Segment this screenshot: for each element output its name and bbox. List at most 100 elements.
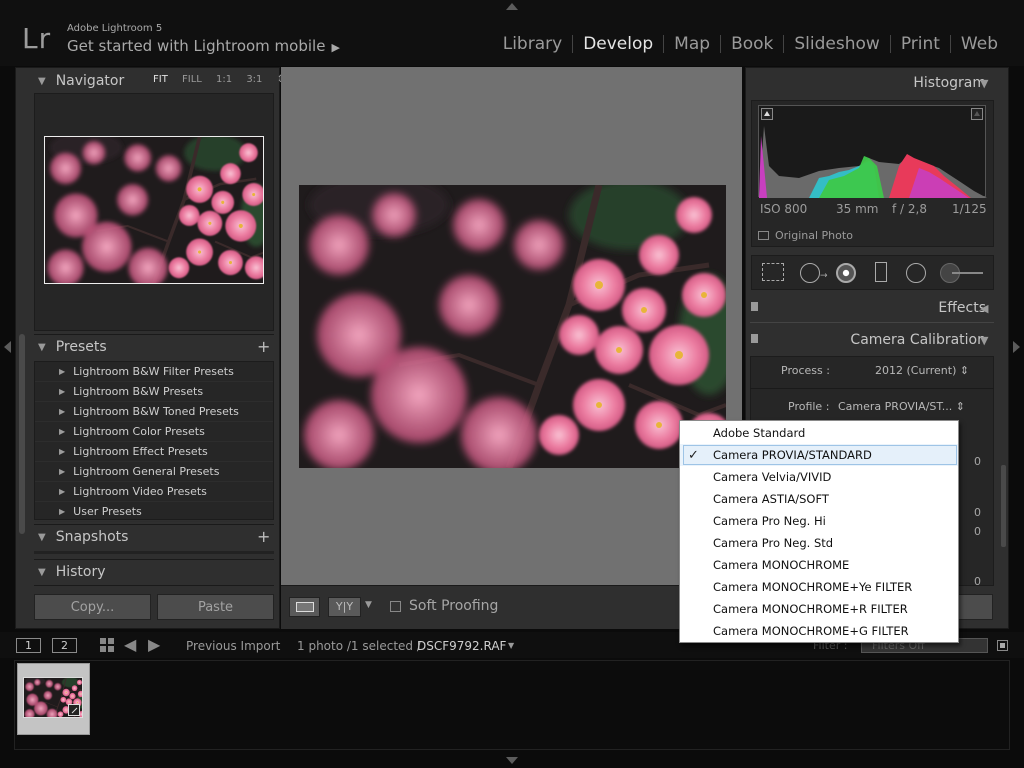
- filter-lock-icon[interactable]: [997, 640, 1008, 651]
- app-name: Adobe Lightroom 5: [67, 23, 163, 34]
- profile-option[interactable]: Camera Pro Neg. Hi: [680, 510, 958, 532]
- profile-option[interactable]: Camera Velvia/VIVID: [680, 466, 958, 488]
- divider: [34, 585, 274, 586]
- reset-button[interactable]: [955, 594, 993, 620]
- original-photo-toggle[interactable]: Original Photo: [758, 229, 853, 242]
- expand-triangle-icon: ▶: [59, 387, 66, 396]
- snapshots-header[interactable]: ▼ Snapshots: [38, 525, 128, 549]
- right-panel-scrollbar[interactable]: [1001, 465, 1006, 547]
- calibration-value: 0: [974, 455, 981, 468]
- before-after-dropdown-icon[interactable]: ▼: [365, 600, 372, 610]
- histogram-title[interactable]: Histogram: [913, 75, 986, 91]
- expand-triangle-icon: ▶: [59, 487, 66, 496]
- presets-header[interactable]: ▼ Presets: [38, 335, 107, 359]
- panel-switch-icon[interactable]: [751, 334, 758, 343]
- add-preset-plus-icon[interactable]: +: [257, 337, 270, 356]
- expand-triangle-left-icon[interactable]: ◀: [980, 302, 988, 315]
- second-window-button[interactable]: 2: [52, 638, 77, 653]
- profile-option[interactable]: Camera Pro Neg. Std: [680, 532, 958, 554]
- top-bar: Lr Adobe Lightroom 5 Get started with Li…: [0, 0, 1024, 66]
- camera-calibration-title[interactable]: Camera Calibration: [850, 332, 986, 348]
- profile-option[interactable]: Camera ASTIA/SOFT: [680, 488, 958, 510]
- zoom-3-1[interactable]: 3:1: [246, 74, 262, 85]
- module-develop[interactable]: Develop: [573, 34, 663, 54]
- expand-triangle-icon: ▶: [59, 447, 66, 456]
- navigator-header[interactable]: ▼ Navigator: [38, 69, 124, 93]
- effects-title[interactable]: Effects: [938, 300, 986, 316]
- next-arrow-icon[interactable]: ▶: [148, 635, 160, 654]
- profile-option[interactable]: Camera MONOCHROME+Ye FILTER: [680, 576, 958, 598]
- expand-triangle-icon: ▶: [59, 427, 66, 436]
- filmstrip: [14, 660, 1010, 750]
- presets-title: Presets: [55, 339, 107, 355]
- lightroom-logo: Lr: [22, 22, 52, 55]
- expand-triangle-icon: ▼: [38, 566, 46, 578]
- module-map[interactable]: Map: [664, 34, 720, 54]
- filename-dropdown-icon[interactable]: ▼: [508, 641, 514, 650]
- histogram-graph[interactable]: [758, 105, 987, 198]
- left-panel-scrollbar[interactable]: [19, 334, 25, 534]
- zoom-1-1[interactable]: 1:1: [216, 74, 232, 85]
- collapse-left-panel-arrow-icon[interactable]: [4, 341, 11, 353]
- preset-folder[interactable]: ▶ Lightroom Color Presets: [35, 422, 273, 442]
- module-web[interactable]: Web: [951, 34, 1008, 54]
- preset-folder[interactable]: ▶ Lightroom B&W Filter Presets: [35, 362, 273, 382]
- spot-removal-icon[interactable]: [800, 263, 820, 283]
- zoom-fill[interactable]: FILL: [182, 74, 202, 85]
- soft-proofing-checkbox[interactable]: [390, 600, 401, 612]
- navigator-thumbnail[interactable]: [44, 136, 264, 284]
- snapshots-list: [34, 551, 274, 554]
- checkmark-icon: ✓: [688, 447, 699, 463]
- profile-select[interactable]: Camera PROVIA/ST... ⇕: [838, 400, 965, 413]
- history-header[interactable]: ▼ History: [38, 560, 106, 584]
- profile-option[interactable]: Adobe Standard: [680, 422, 958, 444]
- previous-arrow-icon[interactable]: ◀: [124, 635, 136, 654]
- before-after-icon[interactable]: Y|Y: [328, 597, 361, 617]
- preset-folder[interactable]: ▶ Lightroom Video Presets: [35, 482, 273, 502]
- module-library[interactable]: Library: [493, 34, 572, 54]
- radial-filter-icon[interactable]: [906, 263, 926, 283]
- process-select[interactable]: 2012 (Current) ⇕: [875, 364, 969, 377]
- panel-switch-icon[interactable]: [751, 302, 758, 311]
- collapse-filmstrip-arrow-icon[interactable]: [506, 757, 518, 764]
- profile-option[interactable]: ✓ Camera PROVIA/STANDARD: [680, 444, 958, 466]
- copy-button[interactable]: Copy...: [34, 594, 151, 620]
- profile-option[interactable]: Camera MONOCHROME: [680, 554, 958, 576]
- collapse-right-panel-arrow-icon[interactable]: [1013, 341, 1020, 353]
- preset-folder[interactable]: ▶ Lightroom B&W Presets: [35, 382, 273, 402]
- paste-button[interactable]: Paste: [157, 594, 274, 620]
- histogram-focal-length: 35 mm: [836, 202, 879, 216]
- highlight-clipping-indicator-icon[interactable]: [971, 108, 983, 120]
- red-eye-icon[interactable]: [836, 263, 856, 283]
- selected-filename[interactable]: DSCF9792.RAF: [417, 639, 506, 653]
- mobile-link[interactable]: Get started with Lightroom mobile ▶: [67, 37, 340, 55]
- main-photo[interactable]: [299, 185, 726, 468]
- soft-proofing-toggle[interactable]: Soft Proofing: [390, 598, 498, 614]
- preset-folder[interactable]: ▶ User Presets: [35, 502, 273, 522]
- preset-folder[interactable]: ▶ Lightroom General Presets: [35, 462, 273, 482]
- preset-folder[interactable]: ▶ Lightroom B&W Toned Presets: [35, 402, 273, 422]
- calibration-value: 0: [974, 575, 981, 588]
- zoom-fit[interactable]: FIT: [153, 74, 168, 85]
- loupe-view-icon[interactable]: [289, 597, 320, 617]
- profile-option[interactable]: Camera MONOCHROME+R FILTER: [680, 598, 958, 620]
- shadow-clipping-indicator-icon[interactable]: [761, 108, 773, 120]
- profile-option[interactable]: Camera MONOCHROME+G FILTER: [680, 620, 958, 642]
- expand-triangle-icon: ▶: [59, 407, 66, 416]
- collapse-top-panel-arrow-icon[interactable]: [506, 3, 518, 10]
- module-book[interactable]: Book: [721, 34, 783, 54]
- module-print[interactable]: Print: [891, 34, 950, 54]
- expand-triangle-icon: ▼: [38, 531, 46, 543]
- main-window-button[interactable]: 1: [16, 638, 41, 653]
- crop-overlay-icon[interactable]: [762, 263, 784, 281]
- source-label[interactable]: Previous Import: [186, 639, 280, 653]
- grid-view-icon[interactable]: [100, 638, 114, 652]
- collapse-triangle-icon[interactable]: ▼: [980, 334, 988, 347]
- graduated-filter-icon[interactable]: [875, 262, 887, 282]
- profile-option-label: Camera Pro Neg. Std: [713, 536, 834, 550]
- module-slideshow[interactable]: Slideshow: [784, 34, 889, 54]
- collapse-triangle-icon[interactable]: ▼: [980, 77, 988, 90]
- preset-folder[interactable]: ▶ Lightroom Effect Presets: [35, 442, 273, 462]
- original-photo-checkbox[interactable]: [758, 231, 769, 240]
- add-snapshot-plus-icon[interactable]: +: [257, 527, 270, 546]
